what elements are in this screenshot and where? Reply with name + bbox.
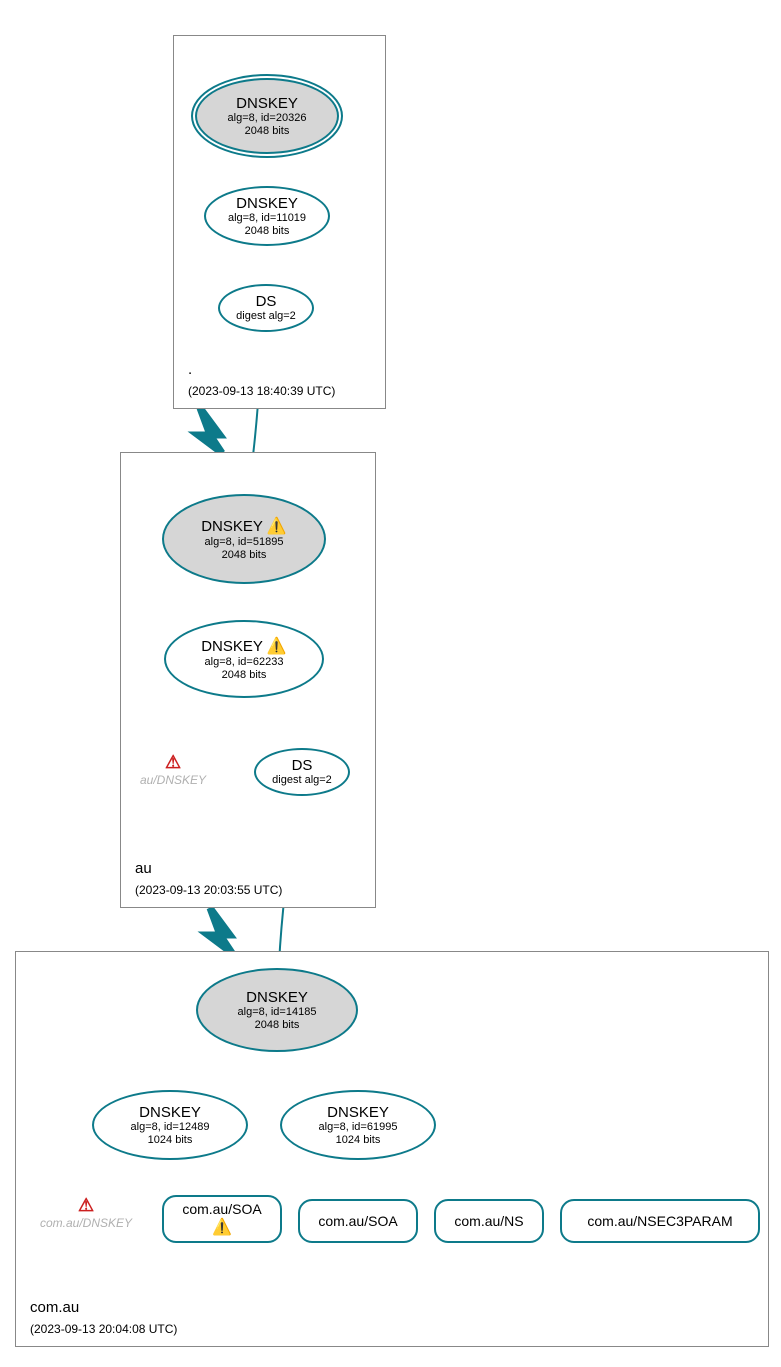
zone-root-label: . bbox=[188, 361, 192, 378]
comau-zsk1-line1: alg=8, id=12489 bbox=[131, 1121, 210, 1134]
root-zsk-title: DNSKEY bbox=[236, 195, 298, 212]
comau-nsec3param: com.au/NSEC3PARAM bbox=[560, 1199, 760, 1243]
root-ds-title: DS bbox=[256, 293, 277, 310]
zone-comau-timestamp: (2023-09-13 20:04:08 UTC) bbox=[30, 1322, 177, 1336]
au-ds-title: DS bbox=[292, 757, 313, 774]
root-ksk-line2: 2048 bits bbox=[245, 125, 290, 138]
comau-ksk-line1: alg=8, id=14185 bbox=[238, 1006, 317, 1019]
zone-root-timestamp: (2023-09-13 18:40:39 UTC) bbox=[188, 384, 335, 398]
root-dnskey-ksk: DNSKEY alg=8, id=20326 2048 bits bbox=[195, 78, 339, 154]
au-dnskey-zsk: DNSKEY ⚠️ alg=8, id=62233 2048 bits bbox=[164, 620, 324, 698]
root-ds: DS digest alg=2 bbox=[218, 284, 314, 332]
comau-zsk1-line2: 1024 bits bbox=[148, 1134, 193, 1147]
comau-ksk-title: DNSKEY bbox=[246, 989, 308, 1006]
au-zsk-title: DNSKEY ⚠️ bbox=[201, 636, 287, 656]
warning-icon: ⚠️ bbox=[267, 636, 287, 656]
comau-dnskey-zsk2: DNSKEY alg=8, id=61995 1024 bits bbox=[280, 1090, 436, 1160]
au-ds: DS digest alg=2 bbox=[254, 748, 350, 796]
root-zsk-line2: 2048 bits bbox=[245, 225, 290, 238]
au-zsk-line2: 2048 bits bbox=[222, 669, 267, 682]
warning-outline-icon: ⚠ bbox=[78, 1195, 94, 1216]
comau-zsk1-title: DNSKEY bbox=[139, 1104, 201, 1121]
comau-zsk2-title: DNSKEY bbox=[327, 1104, 389, 1121]
comau-dnskey-zsk1: DNSKEY alg=8, id=12489 1024 bits bbox=[92, 1090, 248, 1160]
comau-ksk-line2: 2048 bits bbox=[255, 1019, 300, 1032]
au-ksk-title: DNSKEY ⚠️ bbox=[201, 516, 287, 536]
zone-au-label: au bbox=[135, 860, 152, 877]
au-ksk-line1: alg=8, id=51895 bbox=[205, 536, 284, 549]
warning-outline-icon: ⚠ bbox=[165, 752, 181, 773]
comau-zsk2-line1: alg=8, id=61995 bbox=[319, 1121, 398, 1134]
comau-ns: com.au/NS bbox=[434, 1199, 544, 1243]
comau-dnskey-ksk: DNSKEY alg=8, id=14185 2048 bits bbox=[196, 968, 358, 1052]
au-ds-line1: digest alg=2 bbox=[272, 774, 332, 787]
comau-zsk2-line2: 1024 bits bbox=[336, 1134, 381, 1147]
au-dnskey-ksk: DNSKEY ⚠️ alg=8, id=51895 2048 bits bbox=[162, 494, 326, 584]
comau-soa: com.au/SOA bbox=[298, 1199, 418, 1243]
root-ds-line1: digest alg=2 bbox=[236, 310, 296, 323]
zone-au-timestamp: (2023-09-13 20:03:55 UTC) bbox=[135, 883, 282, 897]
au-zsk-line1: alg=8, id=62233 bbox=[205, 656, 284, 669]
au-dnskey-annotation: ⚠ au/DNSKEY bbox=[140, 752, 206, 787]
root-ksk-line1: alg=8, id=20326 bbox=[228, 112, 307, 125]
warning-icon: ⚠️ bbox=[267, 516, 287, 536]
comau-dnskey-annotation: ⚠ com.au/DNSKEY bbox=[40, 1195, 132, 1230]
zone-comau-label: com.au bbox=[30, 1299, 79, 1316]
root-ksk-title: DNSKEY bbox=[236, 95, 298, 112]
au-ksk-line2: 2048 bits bbox=[222, 549, 267, 562]
comau-soa-warn: com.au/SOA ⚠️ bbox=[162, 1195, 282, 1243]
root-zsk-line1: alg=8, id=11019 bbox=[228, 212, 306, 225]
warning-icon: ⚠️ bbox=[212, 1217, 232, 1237]
root-dnskey-zsk: DNSKEY alg=8, id=11019 2048 bits bbox=[204, 186, 330, 246]
